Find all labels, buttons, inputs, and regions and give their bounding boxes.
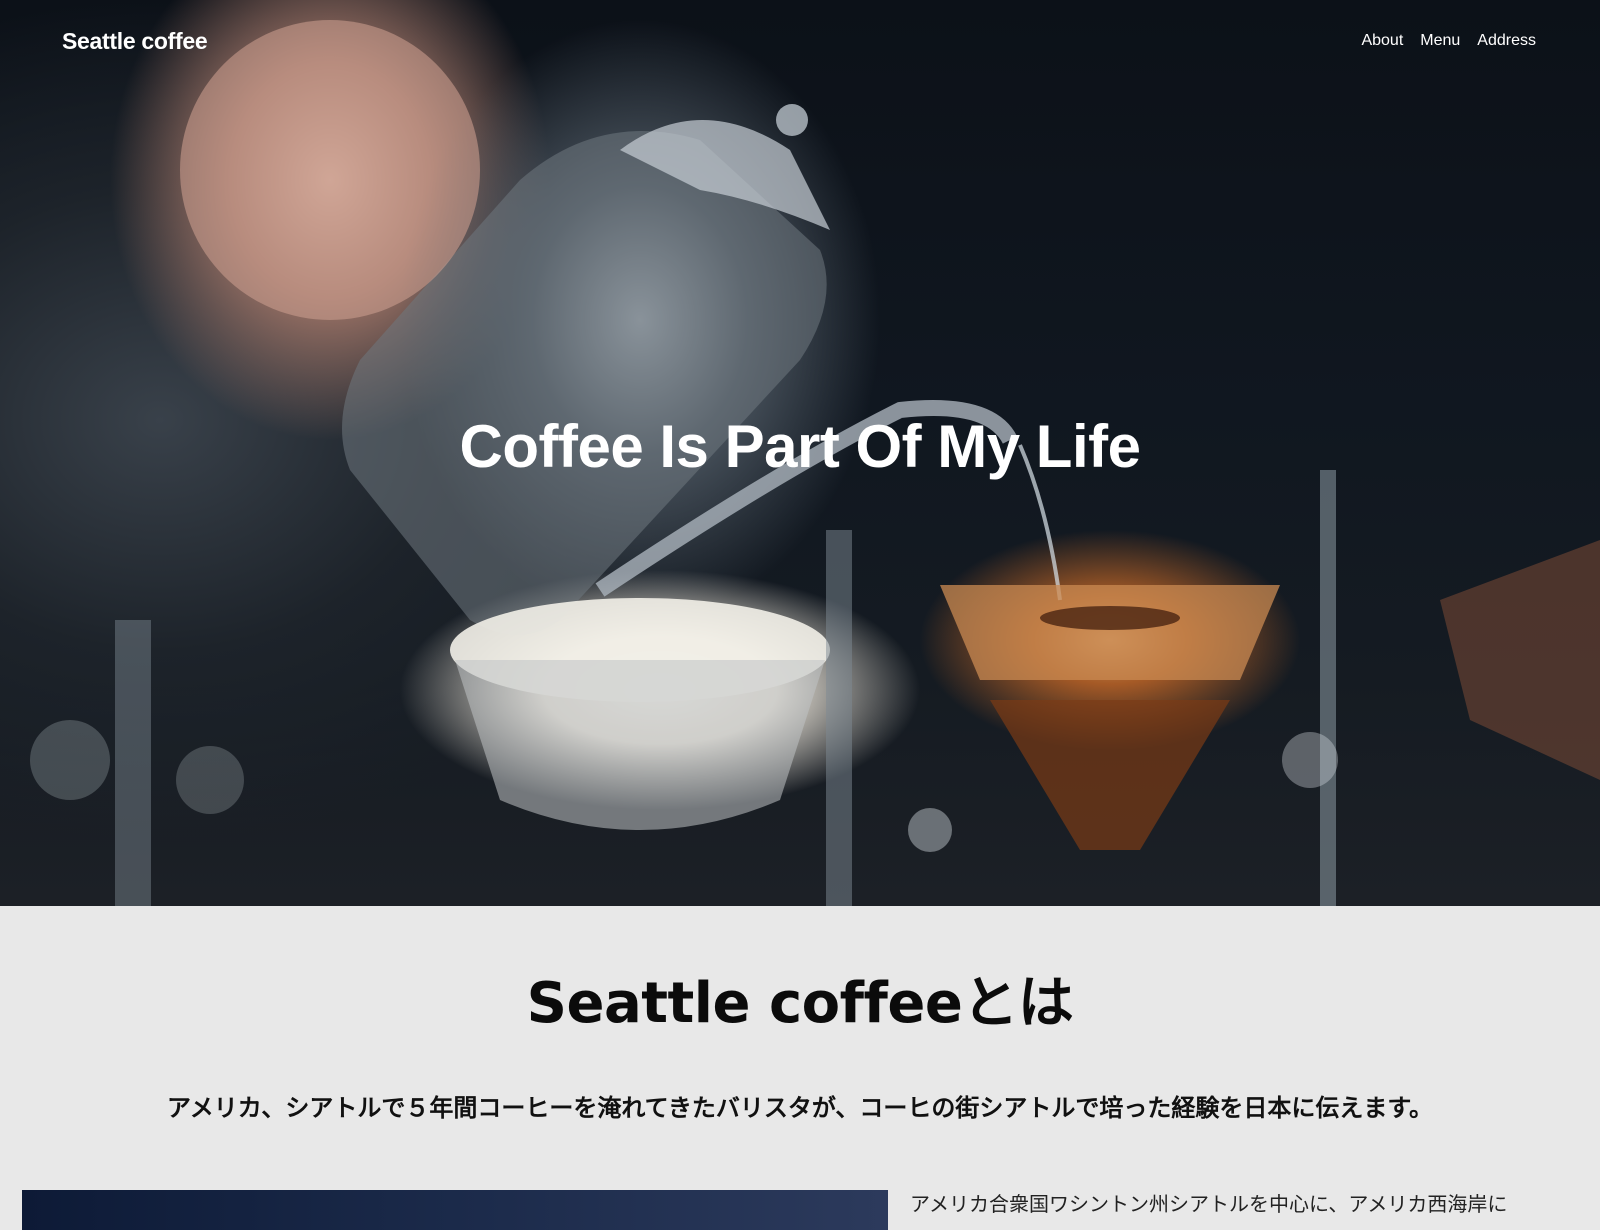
nav-address[interactable]: Address	[1477, 32, 1536, 50]
site-title[interactable]: Seattle coffee	[62, 28, 208, 55]
hero-section: Seattle coffee About Menu Address Coffee…	[0, 0, 1600, 906]
about-lead: アメリカ、シアトルで５年間コーヒーを淹れてきたバリスタが、コーヒの街シアトルで培…	[167, 1094, 1433, 1122]
main-nav: About Menu Address	[1361, 32, 1536, 50]
about-city-image	[22, 1190, 888, 1230]
about-body-text: アメリカ合衆国ワシントン州シアトルを中心に、アメリカ西海岸に	[910, 1192, 1508, 1216]
about-section: Seattle coffeeとは アメリカ、シアトルで５年間コーヒーを淹れてきた…	[0, 906, 1600, 1230]
nav-about[interactable]: About	[1361, 32, 1403, 50]
about-title: Seattle coffeeとは	[526, 971, 1074, 1036]
nav-menu[interactable]: Menu	[1420, 32, 1460, 50]
hero-heading: Coffee Is Part Of My Life	[459, 413, 1141, 480]
